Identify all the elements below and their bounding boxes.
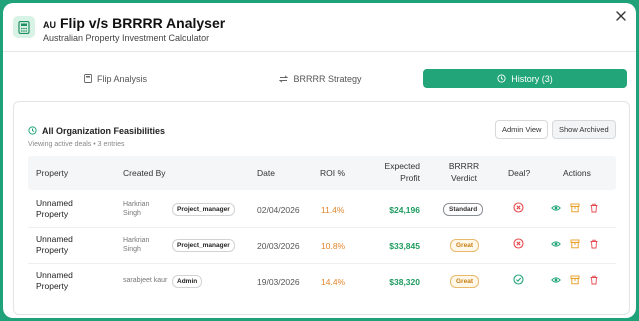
table-row: Unnamed Property Harkrian Singh Project_ma… xyxy=(28,227,616,264)
creator-name: Harkrian Singh xyxy=(123,237,150,253)
app-window: AU Flip v/s BRRRR Analyser Australian Pr… xyxy=(3,3,636,318)
roi-value: 11.4% xyxy=(321,205,345,215)
header-profit: Profit xyxy=(400,173,420,183)
property-name: Unnamed Property xyxy=(36,198,73,219)
profit-value: $38,320 xyxy=(389,277,420,287)
verdict-badge: Great xyxy=(450,239,479,252)
history-icon xyxy=(28,122,37,140)
x-circle-icon xyxy=(513,202,525,214)
date: 02/04/2026 xyxy=(257,205,300,215)
tab-label: BRRRR Strategy xyxy=(293,73,362,84)
flag-label: AU xyxy=(43,20,56,30)
check-circle-icon xyxy=(513,274,525,286)
header-property: Property xyxy=(36,168,69,178)
archive-icon[interactable] xyxy=(570,275,580,285)
header-date: Date xyxy=(257,168,275,178)
archive-icon[interactable] xyxy=(570,203,580,213)
header-roi: ROI % xyxy=(320,168,346,178)
panel-title: All Organization Feasibilities xyxy=(42,126,166,136)
roi-value: 10.8% xyxy=(321,241,346,251)
tab-history[interactable]: History (3) xyxy=(423,69,627,88)
header-verdict: Verdict xyxy=(451,173,477,183)
verdict-badge: Standard xyxy=(443,203,484,216)
header-created-by: Created By xyxy=(123,168,166,178)
header-divider xyxy=(3,51,636,52)
header-actions: Actions xyxy=(563,168,591,178)
app-subtitle: Australian Property Investment Calculato… xyxy=(43,33,210,43)
tab-bar: Flip Analysis BRRRR Strategy History (3) xyxy=(13,69,627,88)
verdict-badge: Great xyxy=(450,275,479,288)
archive-icon[interactable] xyxy=(570,239,580,249)
tab-brrrr-strategy[interactable]: BRRRR Strategy xyxy=(218,69,423,88)
header-deal: Deal? xyxy=(508,168,531,178)
creator-name: Harkrian Singh xyxy=(123,201,150,217)
eye-icon[interactable] xyxy=(551,239,561,249)
role-badge: Project_manager xyxy=(172,239,235,252)
table-row: Unnamed Property Harkrian Singh Project_ma… xyxy=(28,191,616,228)
profit-value: $24,196 xyxy=(389,205,420,215)
profit-value: $33,845 xyxy=(389,241,420,251)
history-panel: All Organization Feasibilities Viewing a… xyxy=(13,101,630,315)
property-name: Unnamed Property xyxy=(36,270,73,291)
history-icon xyxy=(497,74,506,83)
trash-icon[interactable] xyxy=(589,275,599,285)
eye-icon[interactable] xyxy=(551,275,561,285)
trash-icon[interactable] xyxy=(589,239,599,249)
creator-name: sarabjeet kaur xyxy=(123,277,168,284)
trash-icon[interactable] xyxy=(589,203,599,213)
tab-label: Flip Analysis xyxy=(96,73,148,84)
roi-value: 14.4% xyxy=(321,277,346,287)
app-title: Flip v/s BRRRR Analyser xyxy=(60,15,226,31)
eye-icon[interactable] xyxy=(551,203,561,213)
panel-subtitle: Viewing active deals • 3 entries xyxy=(28,141,125,148)
header-expected: Expected xyxy=(384,161,420,171)
swap-icon xyxy=(279,74,289,83)
tab-flip-analysis[interactable]: Flip Analysis xyxy=(13,69,218,88)
admin-view-button[interactable]: Admin View xyxy=(495,120,549,139)
calculator-icon xyxy=(13,16,35,38)
close-icon[interactable] xyxy=(614,10,628,24)
date: 19/03/2026 xyxy=(257,277,300,287)
date: 20/03/2026 xyxy=(257,241,300,251)
table-row: Unnamed Property sarabjeet kaur Admin 19/… xyxy=(28,263,616,299)
calculator-icon xyxy=(84,74,92,83)
header-brrrr: BRRRR xyxy=(448,161,480,171)
header: AU Flip v/s BRRRR Analyser Australian Pr… xyxy=(3,3,636,50)
table-header: Property Created By Date ROI % Expected … xyxy=(28,156,616,190)
x-circle-icon xyxy=(513,238,525,250)
show-archived-button[interactable]: Show Archived xyxy=(552,120,616,139)
role-badge: Project_manager xyxy=(172,203,235,216)
role-badge: Admin xyxy=(172,275,203,288)
property-name: Unnamed Property xyxy=(36,234,73,255)
tab-label: History (3) xyxy=(511,73,553,84)
